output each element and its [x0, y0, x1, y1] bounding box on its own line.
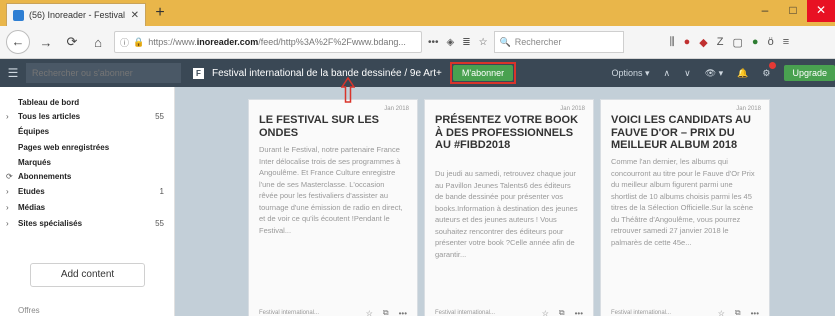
lock-icon: 🔒: [133, 36, 145, 47]
url-bar[interactable]: ⓘ 🔒 https://www.inoreader.com/feed/http%…: [114, 31, 422, 53]
sidebar-item-all-articles[interactable]: › Tous les articles 55: [6, 109, 164, 123]
sidebar-item-specialized-sites[interactable]: › Sites spécialisés 55: [6, 216, 164, 230]
star-icon[interactable]: ☆: [366, 309, 373, 316]
article-card[interactable]: Jan 2018 VOICI LES CANDIDATS AU FAUVE D'…: [600, 99, 770, 316]
feed-title: Festival international de la bande dessi…: [212, 67, 442, 79]
sidebar-item-starred[interactable]: Marqués: [18, 155, 164, 169]
sidebar-item-saved-pages[interactable]: Pages web enregistrées: [18, 140, 164, 154]
sidebar-item-teams[interactable]: Équipes: [18, 124, 164, 138]
subscribe-highlight: M'abonner: [449, 62, 517, 84]
article-source[interactable]: Festival international...: [611, 310, 708, 316]
upgrade-button[interactable]: Upgrade: [784, 65, 835, 81]
back-button[interactable]: ←: [6, 30, 30, 54]
close-tab-icon[interactable]: ✕: [131, 10, 139, 21]
inoreader-favicon: [13, 9, 24, 21]
feed-header: F Festival international de la bande des…: [193, 67, 442, 79]
app-search-input[interactable]: [26, 63, 181, 83]
more-icon[interactable]: •••: [428, 37, 439, 48]
article-title[interactable]: LE FESTIVAL SUR LES ONDES: [259, 114, 407, 139]
reload-button[interactable]: ⟳: [62, 34, 82, 50]
article-footer: Festival international... ☆ ⧉ •••: [259, 307, 407, 316]
extension-icon-2[interactable]: ◆: [699, 36, 707, 49]
star-icon[interactable]: ☆: [718, 309, 725, 316]
sidebar-item-dashboard[interactable]: Tableau de bord: [18, 95, 164, 109]
article-title[interactable]: PRÉSENTEZ VOTRE BOOK À DES PROFESSIONNEL…: [435, 114, 583, 152]
url-actions: ••• ◈ ≣ ☆: [428, 37, 488, 48]
minimize-button[interactable]: –: [751, 0, 779, 22]
extension-icon[interactable]: ●: [684, 36, 691, 49]
options-label: Options: [611, 67, 643, 78]
search-icon: 🔍: [499, 36, 511, 47]
tab-strip: (56) Inoreader - Festival intern ✕ + – □…: [0, 0, 835, 26]
browser-tab[interactable]: (56) Inoreader - Festival intern ✕: [6, 3, 146, 26]
screenshot-icon[interactable]: ▢: [733, 36, 743, 49]
add-content-button[interactable]: Add content: [30, 263, 145, 287]
star-icon[interactable]: ☆: [542, 309, 549, 316]
menu-icon[interactable]: ≡: [783, 36, 789, 49]
subscribe-button[interactable]: M'abonner: [452, 65, 514, 81]
bell-icon[interactable]: 🔔: [737, 68, 748, 79]
sidebar-item-medias[interactable]: › Médias: [6, 200, 164, 214]
offers-link[interactable]: Offres: [18, 306, 40, 315]
pocket-icon[interactable]: ◈: [447, 37, 455, 48]
more-options-icon[interactable]: •••: [575, 309, 583, 316]
article-date: Jan 2018: [736, 106, 761, 112]
close-window-button[interactable]: ✕: [807, 0, 835, 22]
home-button[interactable]: ⌂: [88, 35, 108, 50]
article-card[interactable]: Jan 2018 PRÉSENTEZ VOTRE BOOK À DES PROF…: [424, 99, 594, 316]
toolbar-icons: ⫼ ● ◆ Z ▢ ● ö ≡: [670, 36, 790, 49]
article-source[interactable]: Festival international...: [435, 310, 532, 316]
open-external-icon[interactable]: ⧉: [559, 308, 565, 316]
annotation-arrow-icon: [341, 77, 355, 103]
search-placeholder: Rechercher: [514, 37, 562, 47]
more-options-icon[interactable]: •••: [399, 309, 407, 316]
app-toolbar: ☰ F Festival international de la bande d…: [0, 59, 835, 87]
chevron-down-icon[interactable]: ∨: [684, 68, 691, 79]
options-menu[interactable]: Options ▾: [611, 68, 649, 79]
open-external-icon[interactable]: ⧉: [735, 308, 741, 316]
browser-window: (56) Inoreader - Festival intern ✕ + – □…: [0, 0, 835, 316]
zotero-icon[interactable]: Z: [717, 36, 724, 49]
sidebar: Tableau de bord › Tous les articles 55 Équ…: [0, 87, 175, 316]
article-excerpt: Du jeudi au samedi, retrouvez chaque jou…: [435, 169, 578, 259]
notification-badge: [769, 61, 777, 69]
more-options-icon[interactable]: •••: [751, 309, 759, 316]
article-footer: Festival international... ☆ ⧉ •••: [611, 307, 759, 316]
new-tab-button[interactable]: +: [150, 4, 170, 22]
article-title[interactable]: VOICI LES CANDIDATS AU FAUVE D'OR – PRIX…: [611, 114, 759, 152]
article-source[interactable]: Festival international...: [259, 310, 356, 316]
sidebar-item-etudes[interactable]: › Etudes 1: [6, 184, 164, 198]
browser-search-field[interactable]: 🔍 Rechercher: [493, 31, 624, 53]
article-date: Jan 2018: [384, 106, 409, 112]
feed-controls: Options ▾ ∧ ∨ 👁 ▾ 🔔 ⚙ Upgrade: [611, 61, 835, 81]
url-text: https://www.inoreader.com/feed/http%3A%2…: [148, 37, 406, 47]
window-controls: – □ ✕: [751, 0, 835, 22]
article-card[interactable]: Jan 2018 LE FESTIVAL SUR LES ONDES Duran…: [248, 99, 418, 316]
hamburger-menu-icon[interactable]: ☰: [0, 66, 26, 80]
article-excerpt: Durant le Festival, notre partenaire Fra…: [259, 145, 403, 235]
article-grid: Jan 2018 LE FESTIVAL SUR LES ONDES Duran…: [175, 87, 835, 316]
navigation-bar: ← → ⟳ ⌂ ⓘ 🔒 https://www.inoreader.com/fe…: [0, 26, 835, 59]
reader-icon[interactable]: ≣: [462, 37, 470, 48]
feed-icon: F: [193, 67, 204, 79]
extension-icon-4[interactable]: ö: [768, 36, 774, 49]
library-icon[interactable]: ⫼: [670, 36, 675, 49]
article-footer: Festival international... ☆ ⧉ •••: [435, 307, 583, 316]
article-date: Jan 2018: [560, 106, 585, 112]
open-external-icon[interactable]: ⧉: [383, 308, 389, 316]
info-icon[interactable]: ⓘ: [120, 36, 129, 49]
article-excerpt: Comme l'an dernier, les albums qui conco…: [611, 157, 755, 247]
maximize-button[interactable]: □: [779, 0, 807, 22]
sidebar-item-subscriptions[interactable]: ⟳ Abonnements: [6, 169, 164, 183]
chevron-up-icon[interactable]: ∧: [664, 68, 671, 79]
tab-title: (56) Inoreader - Festival intern: [29, 10, 126, 20]
view-toggle-icon[interactable]: 👁 ▾: [705, 68, 723, 79]
forward-button[interactable]: →: [36, 35, 56, 50]
bookmark-star-icon[interactable]: ☆: [479, 37, 488, 48]
notifications-icon[interactable]: ⚙: [762, 61, 777, 79]
extension-icon-3[interactable]: ●: [752, 36, 759, 49]
